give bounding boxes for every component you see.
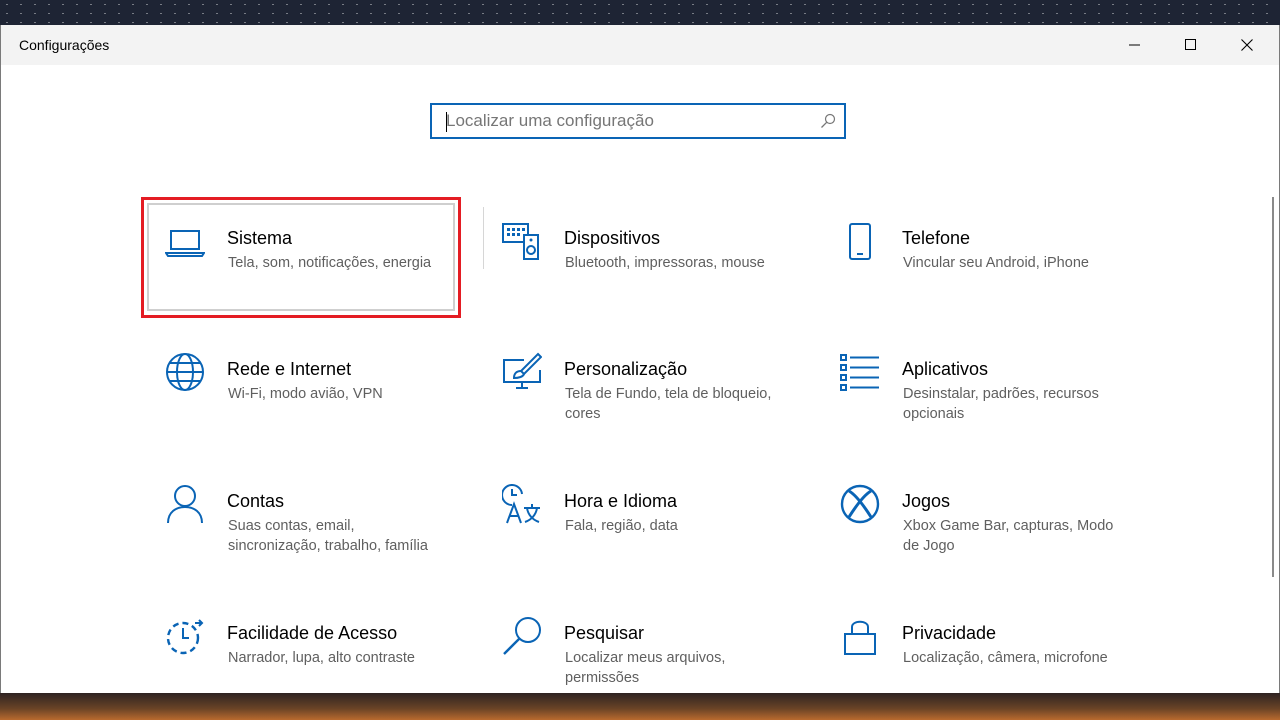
lock-icon	[844, 620, 876, 655]
tile-description: Desinstalar, padrões, recursos opcionais	[903, 386, 1099, 422]
tile-title: Facilidade de Acesso	[227, 623, 398, 643]
tile-telefone[interactable]: Telefone Vincular seu Android, iPhone	[816, 197, 1136, 317]
close-button[interactable]	[1219, 25, 1275, 65]
search-input[interactable]	[432, 105, 816, 137]
desktop-landscape	[0, 692, 1280, 720]
text-caret	[446, 112, 447, 132]
time-language-icon	[502, 484, 540, 524]
devices-icon	[502, 223, 539, 260]
tile-dispositivos[interactable]: Dispositivos Bluetooth, impressoras, mou…	[478, 197, 798, 317]
person-icon	[167, 485, 203, 524]
tile-facilidade-de-acesso[interactable]: Facilidade de Acesso Narrador, lupa, alt…	[141, 592, 461, 693]
search-box[interactable]	[430, 103, 846, 139]
tile-title: Pesquisar	[564, 623, 645, 643]
tile-jogos[interactable]: Jogos Xbox Game Bar, capturas, Modo de J…	[816, 460, 1136, 580]
paintbrush-icon	[503, 352, 542, 389]
xbox-icon	[840, 484, 880, 524]
tile-title: Contas	[227, 491, 285, 511]
tile-description: Narrador, lupa, alto contraste	[228, 650, 415, 666]
tile-description: Xbox Game Bar, capturas, Modo de Jogo	[903, 518, 1114, 554]
title-bar[interactable]: Configurações	[1, 25, 1279, 65]
tile-description: Vincular seu Android, iPhone	[903, 255, 1089, 271]
tile-description: Tela de Fundo, tela de bloqueio, cores	[565, 386, 772, 422]
tile-title: Personalização	[564, 359, 688, 379]
tile-title: Sistema	[227, 228, 293, 248]
tile-description: Localizar meus arquivos, permissões	[565, 650, 726, 686]
phone-icon	[849, 223, 871, 260]
tile-hora-e-idioma[interactable]: Hora e Idioma Fala, região, data	[478, 460, 798, 580]
search-icon	[503, 617, 541, 655]
maximize-button[interactable]	[1163, 25, 1219, 65]
globe-icon	[166, 353, 204, 391]
tile-title: Hora e Idioma	[564, 491, 678, 511]
minimize-icon	[1129, 44, 1140, 46]
tile-pesquisar[interactable]: Pesquisar Localizar meus arquivos, permi…	[478, 592, 798, 693]
tile-description: Bluetooth, impressoras, mouse	[565, 255, 765, 271]
tile-aplicativos[interactable]: Aplicativos Desinstalar, padrões, recurs…	[816, 328, 1136, 448]
settings-window: Configurações Sistema Tela, som, notific…	[0, 25, 1280, 693]
ease-of-access-icon	[166, 619, 204, 655]
tile-title: Aplicativos	[902, 359, 989, 379]
tile-description: Tela, som, notificações, energia	[228, 255, 432, 271]
close-icon	[1241, 39, 1253, 51]
desktop-background	[0, 0, 1280, 26]
tile-sistema[interactable]: Sistema Tela, som, notificações, energia	[141, 197, 461, 317]
tile-title: Telefone	[902, 228, 971, 248]
apps-list-icon	[840, 354, 879, 391]
tile-title: Dispositivos	[564, 228, 661, 248]
tile-description: Suas contas, email, sincronização, traba…	[228, 518, 428, 554]
tile-rede-e-internet[interactable]: Rede e Internet Wi-Fi, modo avião, VPN	[141, 328, 461, 448]
tile-contas[interactable]: Contas Suas contas, email, sincronização…	[141, 460, 461, 580]
maximize-icon	[1185, 39, 1196, 50]
window-title: Configurações	[19, 37, 110, 53]
laptop-icon	[165, 230, 205, 257]
tile-privacidade[interactable]: Privacidade Localização, câmera, microfo…	[816, 592, 1136, 693]
tile-title: Privacidade	[902, 623, 997, 643]
scrollbar[interactable]	[1272, 197, 1274, 577]
tile-description: Wi-Fi, modo avião, VPN	[228, 386, 383, 402]
minimize-button[interactable]	[1107, 25, 1163, 65]
search-icon[interactable]	[820, 113, 836, 129]
tile-description: Localização, câmera, microfone	[903, 650, 1108, 666]
tile-title: Rede e Internet	[227, 359, 352, 379]
tile-title: Jogos	[902, 491, 951, 511]
tile-personalizacao[interactable]: Personalização Tela de Fundo, tela de bl…	[478, 328, 798, 448]
tile-description: Fala, região, data	[565, 518, 678, 534]
